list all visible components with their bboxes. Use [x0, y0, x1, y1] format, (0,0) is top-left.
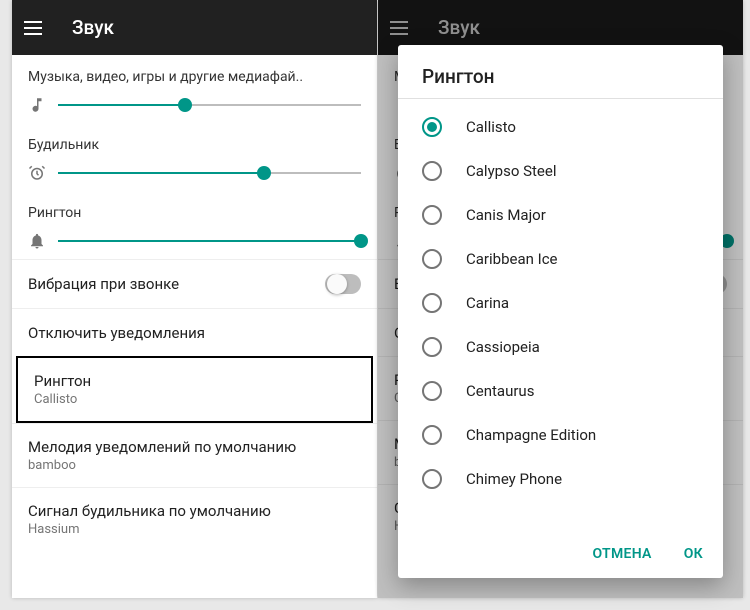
- alarm-icon: [28, 164, 46, 182]
- ringtone-option[interactable]: Champagne Edition: [398, 413, 723, 457]
- ringtone-option-label: Chimey Phone: [466, 470, 562, 488]
- ringtone-option[interactable]: Calypso Steel: [398, 149, 723, 193]
- ringtone-option-label: Calypso Steel: [466, 162, 556, 180]
- alarm-sound-label: Сигнал будильника по умолчанию: [28, 502, 361, 520]
- ringtone-option[interactable]: Canis Major: [398, 193, 723, 237]
- ringtone-option-label: Cassiopeia: [466, 338, 540, 356]
- ringtone-option[interactable]: Caribbean Ice: [398, 237, 723, 281]
- alarm-sound-value: Hassium: [28, 522, 361, 537]
- settings-panel-left: Звук Музыка, видео, игры и другие медиаф…: [12, 0, 377, 598]
- bell-icon: [28, 232, 46, 250]
- radio-unchecked-icon: [422, 293, 442, 313]
- radio-unchecked-icon: [422, 381, 442, 401]
- dialog-title: Рингтон: [398, 45, 723, 98]
- radio-unchecked-icon: [422, 249, 442, 269]
- notification-sound-item[interactable]: Мелодия уведомлений по умолчанию bamboo: [12, 423, 377, 487]
- radio-unchecked-icon: [422, 161, 442, 181]
- ring-volume-label: Рингтон: [28, 205, 361, 221]
- ringtone-option-list: Callisto Calypso Steel Canis Major Caribbea…: [398, 99, 723, 530]
- ringtone-value: Callisto: [34, 392, 355, 407]
- sound-settings-list: Музыка, видео, игры и другие медиафай.. …: [12, 55, 377, 551]
- ring-volume-section: Рингтон: [12, 191, 377, 259]
- menu-icon[interactable]: [24, 16, 48, 40]
- radio-unchecked-icon: [422, 469, 442, 489]
- radio-checked-icon: [422, 117, 442, 137]
- cancel-button[interactable]: ОТМЕНА: [581, 538, 664, 570]
- alarm-volume-slider[interactable]: [58, 163, 361, 183]
- media-volume-section: Музыка, видео, игры и другие медиафай..: [12, 55, 377, 123]
- media-volume-label: Музыка, видео, игры и другие медиафай..: [28, 69, 361, 85]
- dnd-item[interactable]: Отключить уведомления: [12, 308, 377, 356]
- music-note-icon: [28, 96, 46, 114]
- dnd-label: Отключить уведомления: [28, 324, 361, 342]
- ringtone-item[interactable]: Рингтон Callisto: [16, 356, 373, 423]
- vibrate-on-ring-item[interactable]: Вибрация при звонке: [12, 259, 377, 308]
- ringtone-option-label: Callisto: [466, 118, 516, 136]
- media-volume-slider[interactable]: [58, 95, 361, 115]
- vibrate-label: Вибрация при звонке: [28, 275, 325, 293]
- ringtone-option[interactable]: Centaurus: [398, 369, 723, 413]
- ringtone-option[interactable]: Callisto: [398, 105, 723, 149]
- settings-panel-right: Звук Му Бу Ри Ви От РиCal Меban СиHa Рин…: [378, 0, 743, 598]
- vibrate-switch[interactable]: [325, 274, 361, 294]
- notification-sound-value: bamboo: [28, 458, 361, 473]
- ringtone-option-label: Caribbean Ice: [466, 250, 558, 268]
- alarm-volume-label: Будильник: [28, 137, 361, 153]
- ringtone-option-label: Champagne Edition: [466, 426, 596, 444]
- appbar: Звук: [12, 0, 377, 55]
- alarm-volume-section: Будильник: [12, 123, 377, 191]
- radio-unchecked-icon: [422, 425, 442, 445]
- notification-sound-label: Мелодия уведомлений по умолчанию: [28, 438, 361, 456]
- page-title: Звук: [72, 16, 114, 39]
- ringtone-option[interactable]: Chimey Phone: [398, 457, 723, 501]
- ok-button[interactable]: ОК: [672, 538, 715, 570]
- ringtone-option-label: Centaurus: [466, 382, 534, 400]
- ring-volume-slider[interactable]: [58, 231, 361, 251]
- ringtone-dialog: Рингтон Callisto Calypso Steel Canis Major…: [398, 45, 723, 578]
- ringtone-option[interactable]: Cassiopeia: [398, 325, 723, 369]
- radio-unchecked-icon: [422, 205, 442, 225]
- alarm-sound-item[interactable]: Сигнал будильника по умолчанию Hassium: [12, 487, 377, 551]
- radio-unchecked-icon: [422, 337, 442, 357]
- ringtone-option-label: Canis Major: [466, 206, 546, 224]
- ringtone-option[interactable]: Carina: [398, 281, 723, 325]
- ringtone-option-label: Carina: [466, 294, 509, 312]
- ringtone-label: Рингтон: [34, 372, 355, 390]
